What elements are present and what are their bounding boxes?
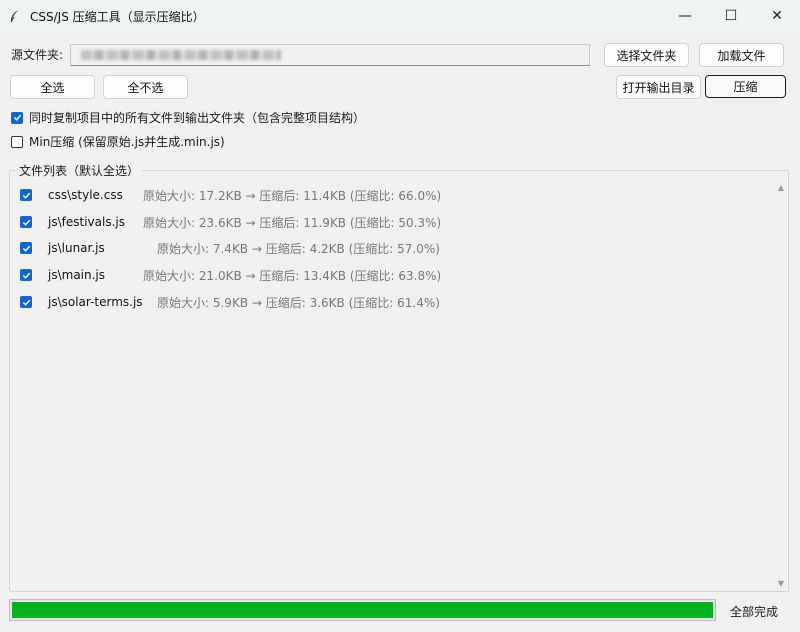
- scroll-up-arrow-icon[interactable]: ▲: [778, 183, 784, 192]
- file-row[interactable]: js\main.js 原始大小: 21.0KB → 压缩后: 13.4KB (压…: [20, 265, 441, 285]
- min-compress-checkbox[interactable]: [11, 135, 23, 148]
- file-info: 原始大小: 17.2KB → 压缩后: 11.4KB (压缩比: 66.0%): [143, 188, 442, 203]
- checkmark-icon: [22, 245, 30, 252]
- maximize-button[interactable]: ☐: [708, 0, 754, 32]
- file-checkbox[interactable]: [20, 216, 32, 228]
- compress-button[interactable]: 压缩: [705, 75, 786, 98]
- checkmark-icon: [13, 114, 21, 121]
- source-path-input[interactable]: [70, 44, 590, 66]
- file-checkbox[interactable]: [20, 242, 32, 254]
- progress-fill: [12, 602, 713, 618]
- scroll-down-arrow-icon[interactable]: ▼: [778, 579, 784, 588]
- title-bar: CSS/JS 压缩工具（显示压缩比） — ☐ ✕: [0, 0, 800, 32]
- feather-icon: [10, 10, 19, 23]
- file-list-title: 文件列表（默认全选）: [16, 162, 143, 179]
- checkmark-icon: [22, 299, 30, 306]
- select-none-button[interactable]: 全不选: [103, 75, 188, 99]
- copy-all-option[interactable]: 同时复制项目中的所有文件到输出文件夹（包含完整项目结构）: [11, 109, 365, 126]
- file-name: css\style.css: [48, 188, 123, 202]
- min-compress-option[interactable]: Min压缩 (保留原始.js并生成.min.js): [11, 133, 225, 150]
- file-info: 原始大小: 5.9KB → 压缩后: 3.6KB (压缩比: 61.4%): [157, 295, 440, 310]
- window-title: CSS/JS 压缩工具（显示压缩比）: [30, 9, 205, 24]
- file-row[interactable]: js\lunar.js 原始大小: 7.4KB → 压缩后: 4.2KB (压缩…: [20, 238, 440, 258]
- select-folder-button[interactable]: 选择文件夹: [604, 43, 689, 67]
- copy-all-checkbox[interactable]: [11, 111, 23, 124]
- file-list-group: 文件列表（默认全选） css\style.css 原始大小: 17.2KB → …: [9, 162, 789, 592]
- checkmark-icon: [22, 272, 30, 279]
- file-name: js\solar-terms.js: [48, 295, 143, 309]
- progress-bar: [9, 599, 716, 621]
- file-name: js\lunar.js: [48, 241, 105, 255]
- file-row[interactable]: js\solar-terms.js 原始大小: 5.9KB → 压缩后: 3.6…: [20, 292, 440, 312]
- file-info: 原始大小: 23.6KB → 压缩后: 11.9KB (压缩比: 50.3%): [143, 215, 442, 230]
- checkmark-icon: [22, 219, 30, 226]
- file-row[interactable]: js\festivals.js 原始大小: 23.6KB → 压缩后: 11.9…: [20, 212, 441, 232]
- source-folder-label: 源文件夹:: [11, 48, 64, 62]
- checkmark-icon: [22, 192, 30, 199]
- file-row[interactable]: css\style.css 原始大小: 17.2KB → 压缩后: 11.4KB…: [20, 185, 441, 205]
- file-checkbox[interactable]: [20, 269, 32, 281]
- file-name: js\festivals.js: [48, 215, 125, 229]
- file-checkbox[interactable]: [20, 296, 32, 308]
- status-text: 全部完成: [730, 605, 779, 619]
- file-info: 原始大小: 7.4KB → 压缩后: 4.2KB (压缩比: 57.0%): [157, 241, 440, 256]
- min-compress-label: Min压缩 (保留原始.js并生成.min.js): [29, 135, 225, 149]
- redacted-path: [81, 50, 281, 60]
- load-files-button[interactable]: 加载文件: [699, 43, 784, 67]
- file-name: js\main.js: [48, 268, 106, 282]
- close-button[interactable]: ✕: [754, 0, 800, 32]
- minimize-button[interactable]: —: [662, 0, 708, 32]
- open-output-button[interactable]: 打开输出目录: [616, 75, 701, 99]
- select-all-button[interactable]: 全选: [10, 75, 95, 99]
- file-info: 原始大小: 21.0KB → 压缩后: 13.4KB (压缩比: 63.8%): [143, 268, 442, 283]
- copy-all-label: 同时复制项目中的所有文件到输出文件夹（包含完整项目结构）: [29, 111, 366, 125]
- file-checkbox[interactable]: [20, 189, 32, 201]
